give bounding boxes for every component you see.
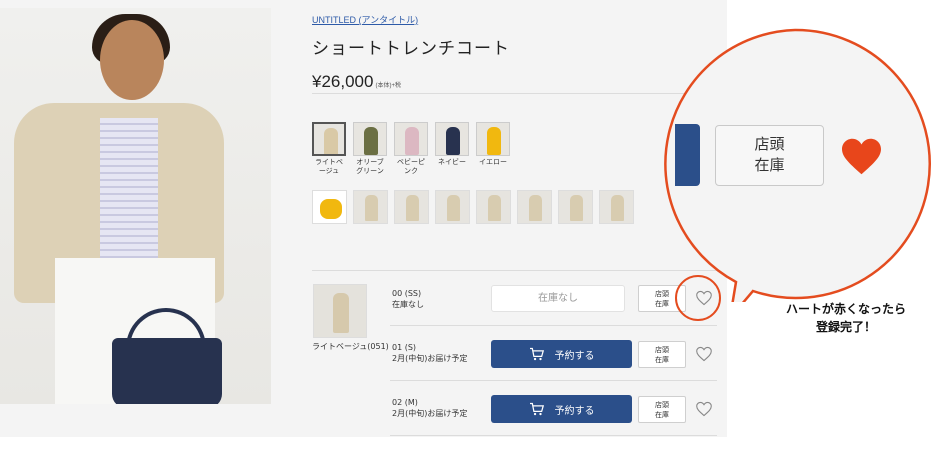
color-swatch-navy[interactable]: ネイビー bbox=[435, 122, 469, 176]
color-swatch-label: オリーブグリーン bbox=[356, 158, 384, 175]
store-stock-button[interactable]: 店頭 在庫 bbox=[638, 396, 686, 423]
reserve-button-label: 予約する bbox=[554, 350, 595, 362]
callout-caption: ハートが赤くなったら 登録完了！ bbox=[785, 302, 906, 334]
color-swatch-label: ベビーピンク bbox=[397, 158, 425, 175]
divider bbox=[390, 435, 717, 436]
color-swatch-yellow[interactable]: イエロー bbox=[476, 122, 510, 176]
price-value: ¥26,000 bbox=[312, 72, 374, 91]
size-code: 01 (S) bbox=[392, 343, 417, 352]
thumbnail[interactable] bbox=[353, 190, 388, 224]
product-price: ¥26,000 (本体)+税 bbox=[312, 72, 401, 92]
thumbnail[interactable] bbox=[312, 190, 347, 224]
size-status: 在庫なし bbox=[392, 300, 424, 309]
out-of-stock-button: 在庫なし bbox=[491, 285, 625, 312]
thumbnail[interactable] bbox=[476, 190, 511, 224]
size-row: 02 (M) 2月(中旬)お届け予定 予約する 店頭 在庫 bbox=[390, 381, 717, 436]
thumbnail[interactable] bbox=[394, 190, 429, 224]
reserve-button-label: 予約する bbox=[554, 405, 595, 417]
store-stock-button-zoomed[interactable]: 店頭 在庫 bbox=[715, 125, 824, 186]
color-swatch-baby-pink[interactable]: ベビーピンク bbox=[394, 122, 428, 176]
brand-link[interactable]: UNTITLED (アンタイトル) bbox=[312, 13, 418, 26]
reserve-button-zoomed bbox=[675, 124, 700, 186]
store-stock-button[interactable]: 店頭 在庫 bbox=[638, 341, 686, 368]
cart-icon bbox=[529, 347, 544, 361]
selected-color-label: ライトベージュ(051) bbox=[312, 342, 389, 351]
size-status: 2月(中旬)お届け予定 bbox=[392, 354, 468, 363]
color-swatch-olive-green[interactable]: オリーブグリーン bbox=[353, 122, 387, 176]
selected-color-photo bbox=[313, 284, 367, 338]
divider bbox=[312, 270, 717, 271]
color-swatch-label: ライトベージュ bbox=[315, 158, 343, 175]
cart-icon bbox=[529, 402, 544, 416]
thumbnail[interactable] bbox=[517, 190, 552, 224]
size-status: 2月(中旬)お届け予定 bbox=[392, 409, 468, 418]
color-swatch-light-beige[interactable]: ライトベージュ bbox=[312, 122, 346, 176]
color-swatch-label: ネイビー bbox=[438, 158, 466, 166]
reserve-button[interactable]: 予約する bbox=[491, 340, 632, 368]
thumbnail[interactable] bbox=[599, 190, 634, 224]
size-row: 01 (S) 2月(中旬)お届け予定 予約する 店頭 在庫 bbox=[390, 326, 717, 381]
thumbnail[interactable] bbox=[435, 190, 470, 224]
favorite-heart-filled-icon[interactable] bbox=[839, 137, 884, 176]
favorite-heart-icon[interactable] bbox=[695, 401, 713, 417]
product-title: ショートトレンチコート bbox=[312, 39, 510, 59]
reserve-button[interactable]: 予約する bbox=[491, 395, 632, 423]
color-swatches: ライトベージュ オリーブグリーン ベビーピンク ネイビー イエロー bbox=[312, 122, 510, 176]
favorite-heart-icon[interactable] bbox=[695, 346, 713, 362]
price-tax-note: (本体)+税 bbox=[375, 83, 401, 89]
size-code: 00 (SS) bbox=[392, 289, 422, 298]
size-code: 02 (M) bbox=[392, 398, 418, 407]
color-swatch-label: イエロー bbox=[479, 158, 507, 166]
product-main-photo[interactable] bbox=[0, 8, 271, 404]
thumbnail[interactable] bbox=[558, 190, 593, 224]
image-thumbnails bbox=[312, 190, 634, 224]
